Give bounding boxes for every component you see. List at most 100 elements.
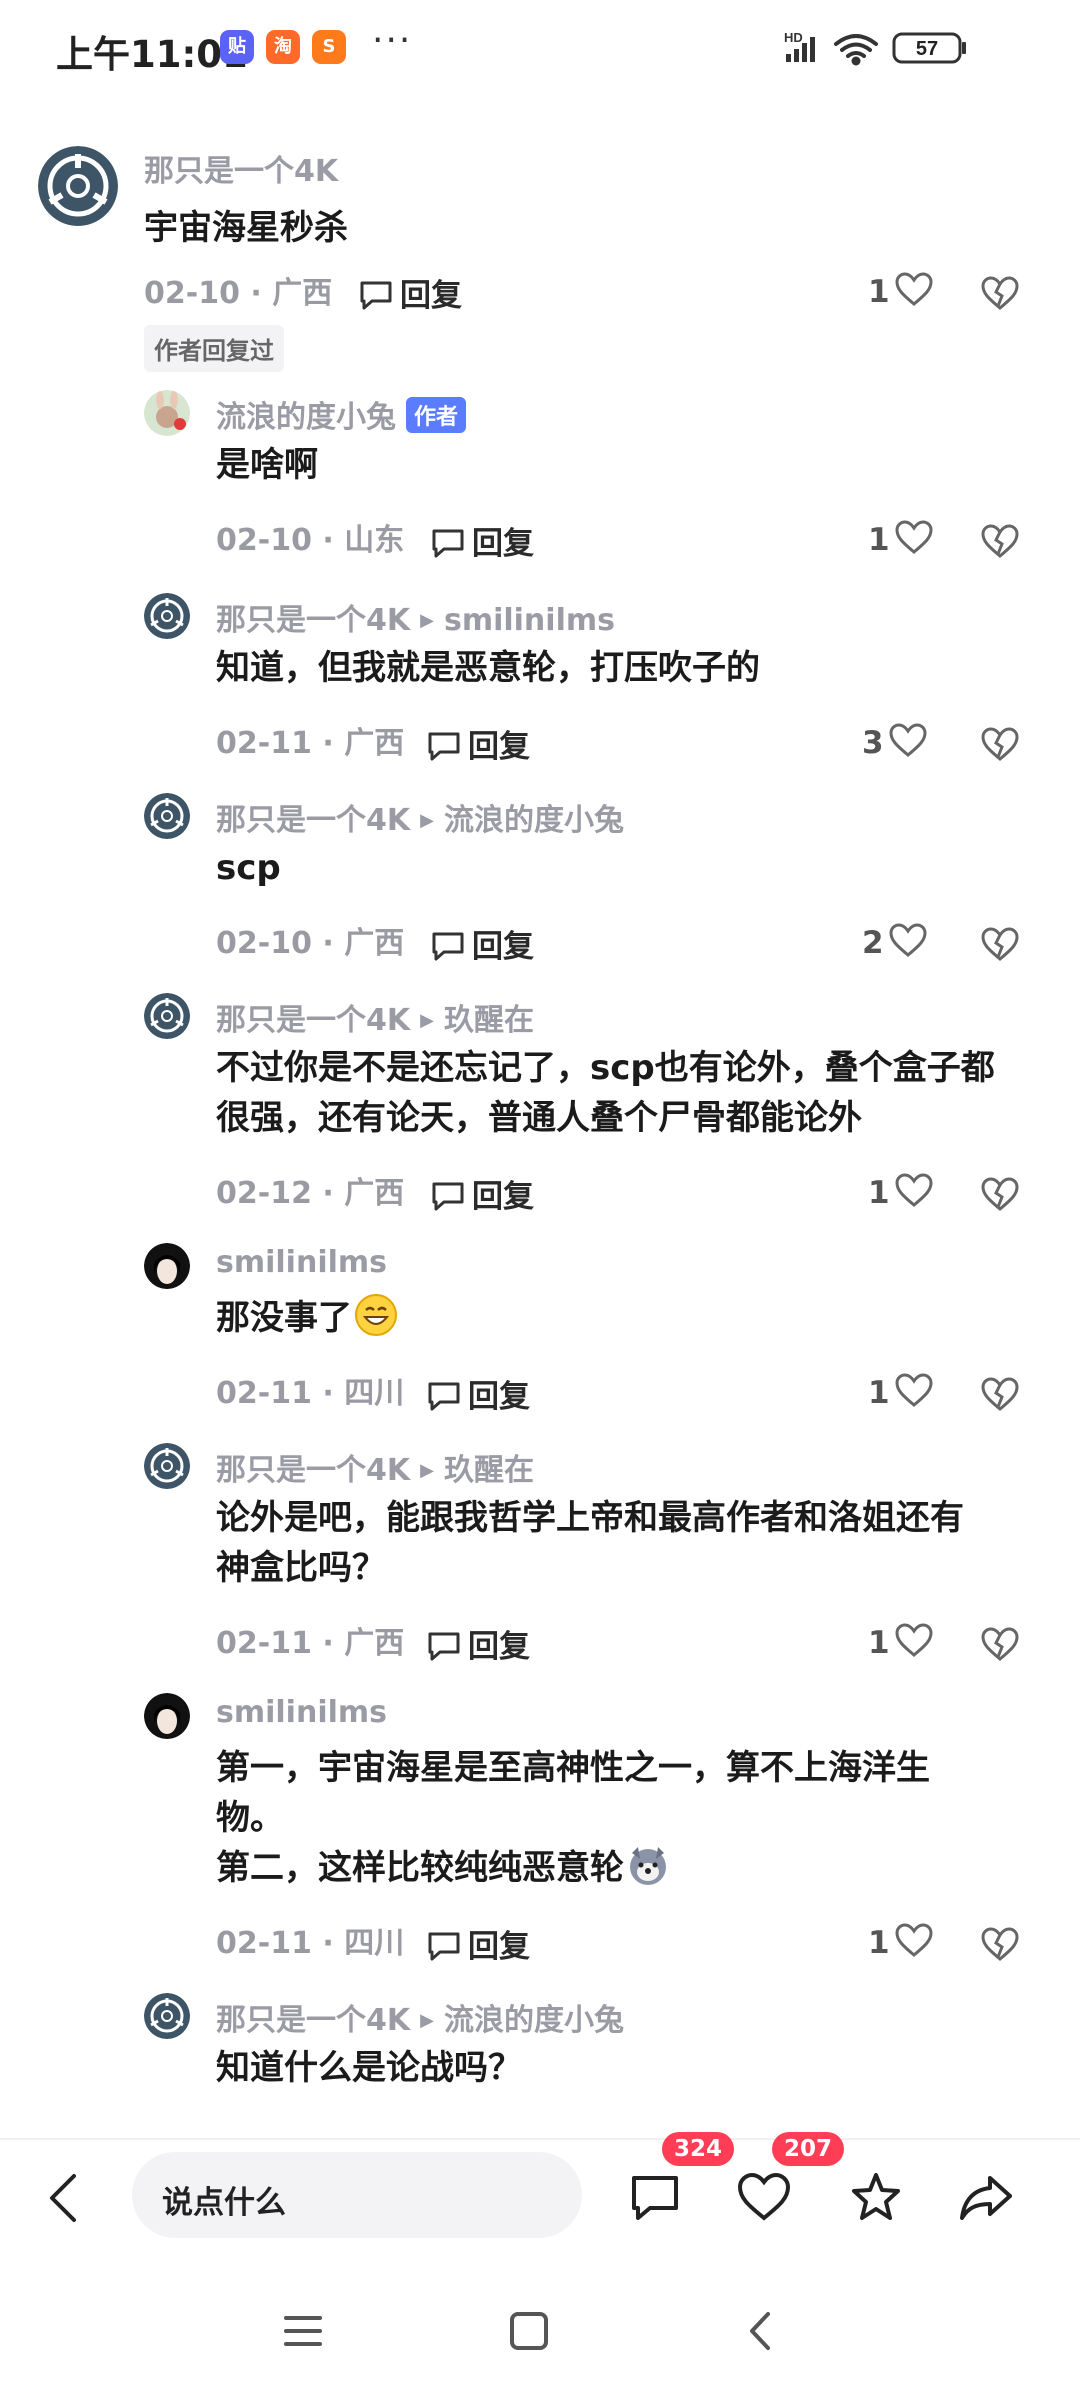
author-badge: 作者 [406, 397, 467, 433]
like-button[interactable]: 1 [868, 1623, 934, 1661]
reply-button[interactable]: 回复 [426, 1621, 530, 1666]
heart-icon [895, 1923, 933, 1957]
dislike-button[interactable] [980, 1177, 1020, 1217]
comment-meta: 02-10 · 广西 [144, 276, 333, 311]
heart-icon [895, 520, 933, 554]
comment-input[interactable]: 说点什么 [132, 2152, 582, 2238]
username[interactable]: smilinilms [216, 1695, 387, 1730]
like-button[interactable]: 1 [868, 1923, 934, 1961]
comment-text: 论外是吧，能跟我哲学上帝和最高作者和洛姐还有 神盒比吗？ [216, 1498, 964, 1588]
app-orange-icon: S [312, 30, 346, 64]
like-button[interactable]: 1 [868, 272, 934, 310]
comment-bubble-icon [428, 1632, 460, 1661]
chevron-left-icon [50, 2174, 76, 2222]
bunny-avatar-icon [144, 390, 190, 436]
dislike-button[interactable] [980, 1377, 1020, 1417]
system-back-button[interactable] [740, 2310, 782, 2356]
reply-item: 那只是一个4K ▶ smilinilms 知道，但我就是恶意轮，打压吹子的 02-1… [0, 593, 1080, 773]
dislike-button[interactable] [980, 1627, 1020, 1667]
comment-text: scp [216, 848, 281, 888]
username[interactable]: 那只是一个4K [144, 146, 338, 190]
anime-avatar-icon [144, 1243, 190, 1289]
scp-logo-icon [144, 1993, 190, 2039]
reply-button[interactable]: 回复 [430, 1171, 534, 1216]
broken-heart-icon [981, 1177, 1019, 1211]
avatar[interactable] [144, 390, 190, 436]
reply-item: 那只是一个4K ▶ 流浪的度小兔 知道什么是论战吗？ [0, 1993, 1080, 2143]
broken-heart-icon [981, 276, 1019, 310]
network-type: HD [784, 30, 803, 45]
avatar[interactable] [144, 593, 190, 639]
comment-bubble-icon [428, 1932, 460, 1961]
comment-text: 宇宙海星秒杀 [144, 208, 348, 248]
dislike-button[interactable] [980, 524, 1020, 564]
reply-button[interactable]: 回复 [430, 921, 534, 966]
clock: 上午11:01 [56, 33, 248, 76]
avatar[interactable] [144, 1693, 190, 1739]
comment-text: 是啥啊 [216, 445, 318, 485]
dislike-button[interactable] [980, 727, 1020, 767]
username[interactable]: 那只是一个4K ▶ 玖醒在 [216, 995, 534, 1039]
comment-bubble-icon [632, 2176, 678, 2220]
comment-input-placeholder: 说点什么 [162, 2185, 286, 2221]
broken-heart-icon [981, 727, 1019, 761]
comments-button[interactable] [628, 2170, 684, 2230]
husky-emoji-icon [630, 1847, 666, 1885]
grinning-emoji-icon [355, 1294, 397, 1336]
reply-button[interactable]: 回复 [430, 518, 534, 563]
reply-item: 那只是一个4K ▶ 玖醒在 不过你是不是还忘记了，scp也有论外，叠个盒子都 很强，… [0, 993, 1080, 1223]
comment-count-badge: 324 [662, 2132, 735, 2166]
star-icon [852, 2173, 900, 2220]
comment-meta: 02-12 · 广西 [216, 1176, 405, 1211]
username[interactable]: smilinilms [216, 1245, 387, 1280]
avatar[interactable] [144, 1993, 190, 2039]
heart-icon [895, 1173, 933, 1207]
avatar[interactable] [144, 1243, 190, 1289]
avatar[interactable] [38, 146, 118, 226]
like-button[interactable]: 2 [862, 923, 928, 961]
username[interactable]: 那只是一个4K ▶ 流浪的度小兔 [216, 1995, 624, 2039]
comment-bubble-icon [432, 529, 464, 558]
home-button[interactable] [508, 2310, 550, 2356]
taobao-icon: 淘 [266, 30, 300, 64]
like-button[interactable]: 3 [862, 723, 928, 761]
share-button[interactable] [958, 2170, 1014, 2230]
comment-meta: 02-10 · 广西 [216, 926, 405, 961]
favorite-button[interactable] [848, 2170, 904, 2230]
avatar[interactable] [144, 793, 190, 839]
avatar[interactable] [144, 993, 190, 1039]
heart-icon [737, 2172, 791, 2221]
reply-button[interactable]: 回复 [358, 270, 462, 315]
like-button[interactable]: 1 [868, 1373, 934, 1411]
comment-text: 不过你是不是还忘记了，scp也有论外，叠个盒子都 很强，还有论天，普通人叠个尸骨… [216, 1048, 995, 1138]
dislike-button[interactable] [980, 276, 1020, 316]
reply-button[interactable]: 回复 [426, 721, 530, 766]
scp-logo-icon [144, 593, 190, 639]
username[interactable]: 那只是一个4K ▶ 玖醒在 [216, 1445, 534, 1489]
reply-button[interactable]: 回复 [426, 1921, 530, 1966]
dislike-button[interactable] [980, 1927, 1020, 1967]
like-button[interactable]: 1 [868, 1173, 934, 1211]
menu-button[interactable] [282, 2310, 324, 2356]
username[interactable]: 那只是一个4K ▶ smilinilms [216, 595, 615, 639]
share-arrow-icon [960, 2176, 1012, 2220]
reply-item: smilinilms 那没事了 02-11 · 四川 回复 1 [0, 1243, 1080, 1423]
reply-item: smilinilms 第一，宇宙海星是至高神性之一，算不上海洋生 物。 第二，这… [0, 1693, 1080, 1973]
comment-bubble-icon [432, 1182, 464, 1211]
back-button[interactable] [44, 2170, 84, 2230]
comment-bubble-icon [432, 932, 464, 961]
reply-button[interactable]: 回复 [426, 1371, 530, 1416]
like-post-button[interactable] [736, 2170, 792, 2230]
system-nav-bar [0, 2280, 1080, 2400]
like-button[interactable]: 1 [868, 520, 934, 558]
avatar[interactable] [144, 1443, 190, 1489]
comment-bubble-icon [360, 281, 392, 310]
username[interactable]: 那只是一个4K ▶ 流浪的度小兔 [216, 795, 624, 839]
comment-list[interactable]: 那只是一个4K 宇宙海星秒杀 02-10 · 广西 回复 1 作者回复过 流浪的… [0, 100, 1080, 2160]
more-notifications-icon: ··· [372, 20, 413, 61]
dislike-button[interactable] [980, 927, 1020, 967]
username[interactable]: 流浪的度小兔 作者 [216, 392, 467, 436]
comment-meta: 02-11 · 广西 [216, 726, 405, 761]
battery-level: 57 [916, 38, 938, 60]
scp-logo-icon [144, 993, 190, 1039]
